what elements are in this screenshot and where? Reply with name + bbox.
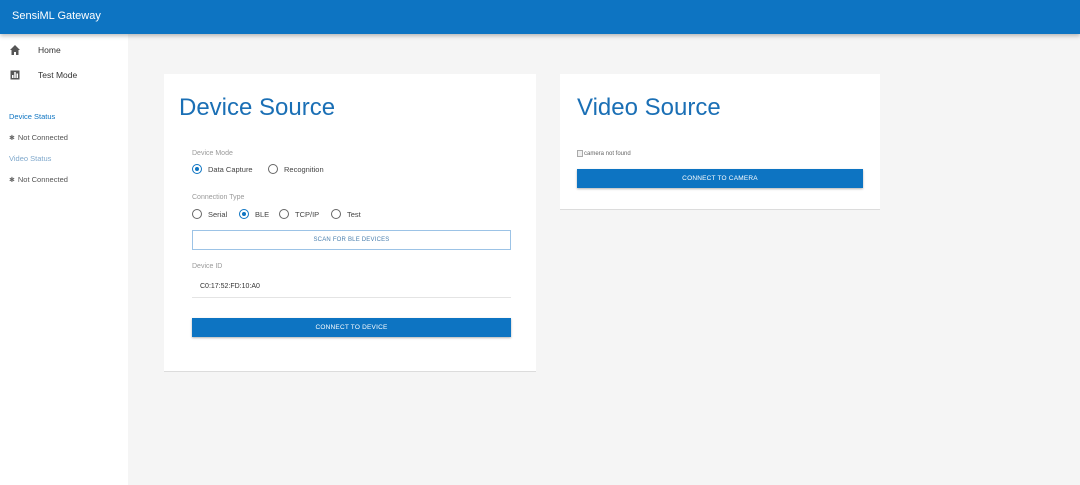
video-status-text: ✱ Not Connected	[9, 175, 68, 184]
sidebar-item-home[interactable]: Home	[0, 39, 128, 63]
radio-test[interactable]: Test	[331, 209, 361, 219]
broken-image-icon	[577, 150, 583, 157]
radio-serial[interactable]: Serial	[192, 209, 227, 219]
connection-type-label: Connection Type	[192, 194, 245, 201]
device-id-field[interactable]: C0:17:52:FD:10:A0	[192, 272, 511, 298]
radio-button[interactable]	[279, 209, 289, 219]
status-dot-icon: ✱	[9, 177, 15, 184]
video-status-heading: Video Status	[9, 154, 52, 163]
camera-preview: camera not found	[577, 150, 631, 157]
device-mode-label: Device Mode	[192, 150, 233, 157]
app-bar: SensiML Gateway	[0, 0, 1080, 34]
radio-tcp-ip[interactable]: TCP/IP	[279, 209, 319, 219]
app-title: SensiML Gateway	[12, 10, 101, 22]
home-icon	[10, 45, 20, 55]
connect-to-camera-button[interactable]: CONNECT TO CAMERA	[577, 169, 863, 188]
radio-button[interactable]	[239, 209, 249, 219]
device-source-title: Device Source	[179, 94, 336, 121]
radio-data-capture[interactable]: Data Capture	[192, 164, 253, 174]
test-mode-icon	[10, 70, 20, 80]
status-dot-icon: ✱	[9, 135, 15, 142]
video-source-card: Video Source camera not found CONNECT TO…	[560, 74, 880, 210]
sidebar-item-label: Home	[38, 45, 61, 55]
scan-ble-devices-button[interactable]: SCAN FOR BLE DEVICES	[192, 230, 511, 250]
radio-button[interactable]	[331, 209, 341, 219]
sidebar-item-test-mode[interactable]: Test Mode	[0, 64, 128, 88]
sidebar: Home Test Mode Device Status ✱ Not Connec…	[0, 34, 128, 485]
radio-button[interactable]	[268, 164, 278, 174]
radio-ble[interactable]: BLE	[239, 209, 269, 219]
connect-to-device-button[interactable]: CONNECT TO DEVICE	[192, 318, 511, 337]
sidebar-item-label: Test Mode	[38, 70, 78, 80]
radio-button[interactable]	[192, 209, 202, 219]
device-id-label: Device ID	[192, 263, 223, 270]
radio-recognition[interactable]: Recognition	[268, 164, 324, 174]
radio-button[interactable]	[192, 164, 202, 174]
device-status-heading: Device Status	[9, 112, 56, 121]
device-status-text: ✱ Not Connected	[9, 133, 68, 142]
device-source-card: Device Source Device Mode Data Capture R…	[164, 74, 536, 372]
video-source-title: Video Source	[577, 94, 721, 121]
